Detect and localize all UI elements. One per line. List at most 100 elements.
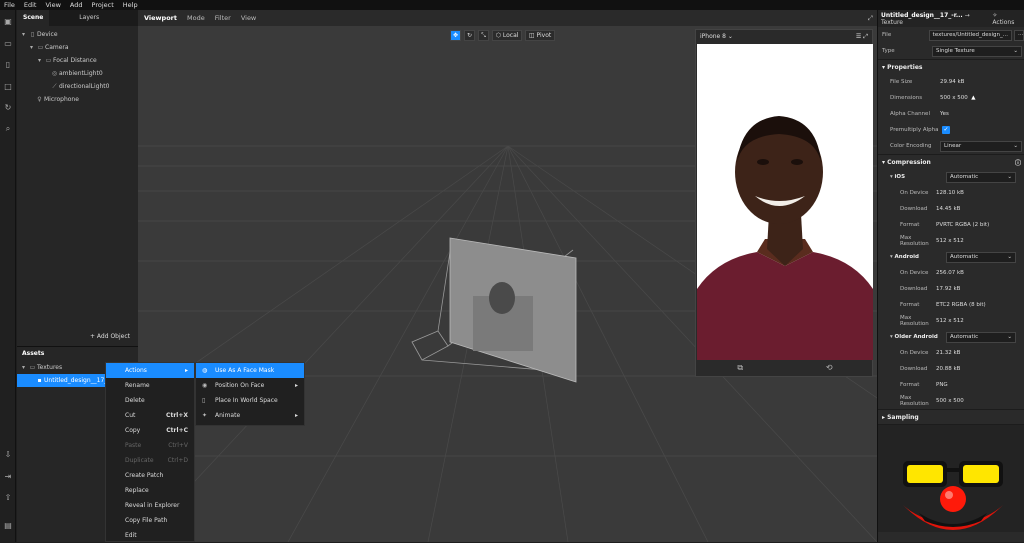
local-button[interactable]: ⬡ Local: [492, 30, 523, 41]
chevron-right-icon: ▸: [294, 382, 298, 389]
chevron-down-icon: ▾: [29, 44, 33, 51]
type-select[interactable]: Single Texture ⌄: [932, 45, 1022, 57]
tab-layers[interactable]: Layers: [73, 10, 105, 26]
menu-item-delete[interactable]: Delete: [106, 393, 194, 408]
viewport[interactable]: Viewport Mode Filter View ⤢ ✥ ↻ ⤡ ⬡ Loca…: [138, 10, 877, 542]
menu-item-position-face[interactable]: ◉ Position On Face ▸: [196, 378, 304, 393]
chevron-down-icon: ⌄: [1013, 47, 1018, 54]
info-icon[interactable]: ⓘ: [1015, 158, 1021, 167]
menu-item-cut[interactable]: Cut Ctrl+X: [106, 408, 194, 423]
menu-item-create-patch[interactable]: Create Patch: [106, 468, 194, 483]
menu-item-place-world[interactable]: ▯ Place In World Space: [196, 393, 304, 408]
android-on-device: 256.07 kB: [936, 270, 964, 276]
context-menu: Actions ▸ Rename Delete Cut Ctrl+X Copy Ctr…: [105, 362, 195, 542]
expand-icon[interactable]: ⤢: [868, 14, 873, 23]
menu-project[interactable]: Project: [92, 1, 114, 9]
world-icon: ▯: [202, 397, 206, 404]
scene-panel: Scene Layers ▾ ▯ Device ▾ ▭ Camera ▾ ▭ Focal D…: [17, 10, 138, 346]
pivot-button[interactable]: ◫ Pivot: [525, 30, 556, 41]
older-on-device: 21.32 kB: [936, 350, 961, 356]
person-image: [697, 44, 873, 360]
directional-light-icon: ⟋: [52, 83, 57, 90]
alpha-value: Yes: [940, 111, 949, 117]
focal-icon: ▭: [45, 57, 52, 64]
tab-scene[interactable]: Scene: [17, 10, 50, 26]
video-icon[interactable]: ▭: [3, 39, 13, 48]
patch-editor-icon[interactable]: ▯: [3, 60, 13, 69]
chevron-right-icon: ▸: [294, 412, 298, 419]
device-select[interactable]: iPhone 8 ⌄: [700, 33, 733, 40]
simulator-menu-icon[interactable]: ☰ ⤢: [856, 33, 868, 41]
square-icon[interactable]: □: [3, 82, 13, 91]
left-toolbar: ▣ ▭ ▯ □ ↻ ⌕ ⇩ ⇥ ⇧ ▤: [0, 10, 16, 542]
warning-icon[interactable]: ▲: [971, 95, 975, 101]
search-icon[interactable]: ⌕: [3, 124, 13, 133]
import-icon[interactable]: ⇩: [3, 450, 13, 459]
menu-item-animate[interactable]: ✦ Animate ▸: [196, 408, 304, 423]
export-icon[interactable]: ⇥: [3, 472, 13, 481]
add-object-button[interactable]: + Add Object: [17, 330, 138, 344]
file-browse-button[interactable]: ···: [1014, 29, 1024, 41]
trash-icon[interactable]: ▤: [3, 521, 13, 530]
plane-face: [489, 282, 515, 314]
older-download: 20.88 kB: [936, 366, 961, 372]
file-field[interactable]: textures/Untitled_design_...: [928, 29, 1012, 41]
menu-item-copy-path[interactable]: Copy File Path: [106, 513, 194, 528]
menu-item-paste: Paste Ctrl+V: [125, 442, 188, 449]
tree-item-focal-distance[interactable]: ▾ ▭ Focal Distance: [17, 54, 138, 67]
tab-filter[interactable]: Filter: [215, 14, 231, 22]
assets-title: Assets: [22, 350, 45, 357]
tab-viewport[interactable]: Viewport: [144, 14, 177, 22]
menu-item-edit[interactable]: Edit: [106, 528, 194, 543]
menu-item-rename[interactable]: Rename: [106, 378, 194, 393]
chevron-down-icon: ▾: [21, 364, 25, 371]
actions-button[interactable]: ✧ Actions: [992, 12, 1021, 26]
menu-help[interactable]: Help: [123, 1, 138, 9]
encoding-select[interactable]: Linear ⌄: [940, 140, 1022, 152]
tree-item-ambient-light[interactable]: ◎ ambientLight0: [17, 67, 138, 80]
rotate-device-icon[interactable]: ⟲: [826, 363, 833, 372]
older-format: PNG: [936, 382, 948, 388]
chevron-down-icon: ⌄: [1013, 142, 1018, 149]
android-maxres: 512 x 512: [936, 318, 964, 324]
pivot-icon: ◫: [528, 32, 535, 39]
sync-icon[interactable]: ↻: [3, 103, 13, 112]
ios-select[interactable]: Automatic ⌄: [946, 171, 1016, 183]
older-android-select[interactable]: Automatic ⌄: [946, 331, 1016, 343]
sampling-section[interactable]: ▸ Sampling: [878, 409, 1024, 424]
file-size-value: 29.94 kB: [940, 79, 965, 85]
layout-icon[interactable]: ▣: [3, 17, 13, 26]
wand-icon: ✧: [992, 11, 998, 19]
menu-edit[interactable]: Edit: [24, 1, 37, 9]
move-tool-button[interactable]: ✥: [450, 30, 462, 41]
microphone-icon: ♀: [37, 96, 42, 103]
menu-item-replace[interactable]: Replace: [106, 483, 194, 498]
menu-item-actions[interactable]: Actions ▸: [106, 363, 194, 378]
menu-add[interactable]: Add: [70, 1, 83, 9]
tree-item-camera[interactable]: ▾ ▭ Camera: [17, 41, 138, 54]
menu-item-face-mask[interactable]: ◍ Use As A Face Mask: [196, 363, 304, 378]
menu-view[interactable]: View: [45, 1, 60, 9]
premultiply-checkbox[interactable]: ✓: [942, 126, 950, 134]
scale-tool-button[interactable]: ⤡: [478, 30, 490, 41]
ios-maxres: 512 x 512: [936, 238, 964, 244]
inspector-title: Untitled_design__17_-r...: [881, 11, 963, 19]
menu-item-copy[interactable]: Copy Ctrl+C: [106, 423, 194, 438]
tree-item-microphone[interactable]: ♀ Microphone: [17, 93, 138, 106]
properties-section[interactable]: ▾ Properties: [878, 59, 1024, 74]
chevron-right-icon: ▸: [184, 367, 188, 374]
screenshot-icon[interactable]: ⧉: [737, 363, 743, 373]
rotate-tool-button[interactable]: ↻: [464, 30, 476, 41]
tree-item-directional-light[interactable]: ⟋ directionalLight0: [17, 80, 138, 93]
menu-item-reveal[interactable]: Reveal in Explorer: [106, 498, 194, 513]
clown-logo: [903, 461, 1003, 530]
upload-icon[interactable]: ⇧: [3, 493, 13, 502]
tab-view[interactable]: View: [241, 14, 256, 22]
tree-item-device[interactable]: ▾ ▯ Device: [17, 28, 138, 41]
compression-section[interactable]: ▾ Compression ⓘ: [878, 154, 1024, 169]
tab-mode[interactable]: Mode: [187, 14, 205, 22]
menu-file[interactable]: File: [4, 1, 15, 9]
ios-label: ▾ iOS: [890, 174, 906, 180]
android-select[interactable]: Automatic ⌄: [946, 251, 1016, 263]
chevron-down-icon: ▾: [37, 57, 41, 64]
